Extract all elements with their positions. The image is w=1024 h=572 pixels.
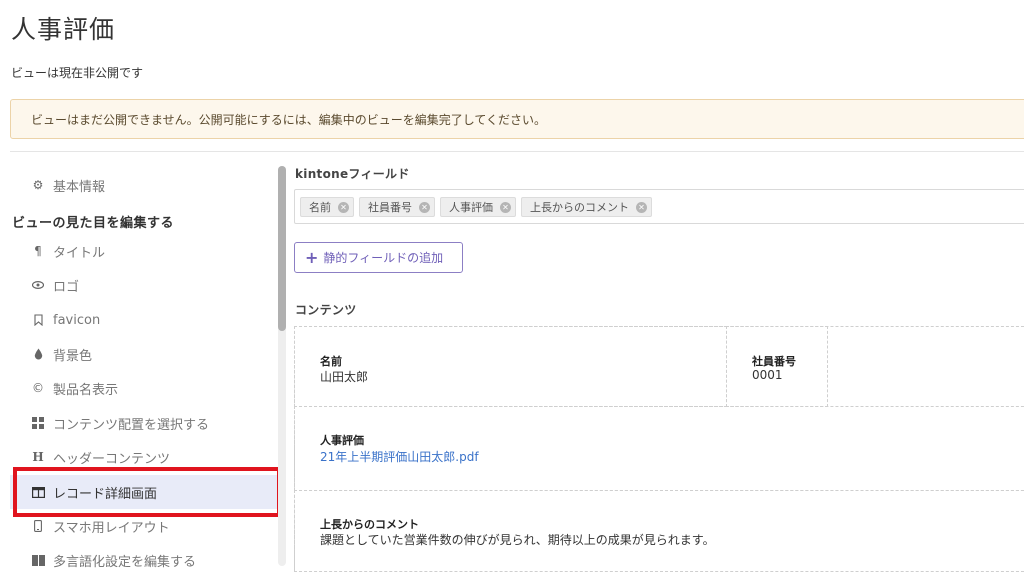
sidebar-item-logo[interactable]: ロゴ xyxy=(10,268,280,302)
view-status-text: ビューは現在非公開です xyxy=(11,66,144,80)
sidebar-item-content-layout[interactable]: コンテンツ配置を選択する xyxy=(10,406,280,440)
chip-label: 社員番号 xyxy=(368,201,412,214)
remove-chip-icon[interactable]: ✕ xyxy=(338,201,349,213)
kintone-field-selector[interactable]: 名前 ✕ 社員番号 ✕ 人事評価 ✕ 上長からのコメント ✕ xyxy=(294,189,1024,224)
sidebar-item-label: 製品名表示 xyxy=(53,382,119,398)
eye-icon xyxy=(30,281,46,289)
add-static-field-button[interactable]: + 静的フィールドの追加 xyxy=(294,242,463,273)
sidebar-scrollbar[interactable] xyxy=(278,166,286,566)
sidebar-item-label: タイトル xyxy=(53,245,106,261)
sidebar-item-basic-info[interactable]: ⚙ 基本情報 xyxy=(10,168,280,202)
plus-icon: + xyxy=(305,248,319,267)
remove-chip-icon[interactable]: ✕ xyxy=(500,201,511,213)
cell-value: 山田太郎 xyxy=(320,370,369,384)
cell-value: 課題としていた営業件数の伸びが見られ、期待以上の成果が見られます。 xyxy=(320,533,715,547)
sidebar-heading: ビューの見た目を編集する xyxy=(12,216,175,231)
sidebar-item-label: レコード詳細画面 xyxy=(53,486,158,502)
settings-sidebar: ⚙ 基本情報 ビューの見た目を編集する ¶ タイトル ロゴ favicon 背景… xyxy=(10,160,280,572)
divider xyxy=(10,151,1024,152)
content-cell-name[interactable]: 名前 山田太郎 xyxy=(294,326,727,407)
language-icon xyxy=(30,554,46,566)
field-chip[interactable]: 上長からのコメント ✕ xyxy=(521,197,652,217)
remove-chip-icon[interactable]: ✕ xyxy=(636,201,647,213)
gear-icon: ⚙ xyxy=(32,178,44,192)
sidebar-item-product-name[interactable]: © 製品名表示 xyxy=(10,371,280,405)
chip-label: 名前 xyxy=(309,201,331,214)
grid-icon xyxy=(30,417,46,429)
publish-warning-notice: ビューはまだ公開できません。公開可能にするには、編集中のビューを編集完了してくだ… xyxy=(10,99,1024,139)
sidebar-item-multilanguage[interactable]: 多言語化設定を編集する xyxy=(10,543,280,572)
sidebar-item-label: ヘッダーコンテンツ xyxy=(53,451,171,467)
contents-label: コンテンツ xyxy=(295,303,357,317)
sidebar-item-label: 多言語化設定を編集する xyxy=(53,554,197,570)
sidebar-item-mobile-layout[interactable]: スマホ用レイアウト xyxy=(10,509,280,543)
cell-label: 名前 xyxy=(320,355,342,368)
content-cell-employee-no[interactable]: 社員番号 0001 xyxy=(726,326,828,407)
field-chip[interactable]: 人事評価 ✕ xyxy=(440,197,516,217)
heading-icon: H xyxy=(32,450,44,464)
remove-chip-icon[interactable]: ✕ xyxy=(419,201,430,213)
field-chip[interactable]: 社員番号 ✕ xyxy=(359,197,435,217)
cell-label: 人事評価 xyxy=(320,434,364,447)
content-cell-evaluation[interactable]: 人事評価 21年上半期評価山田太郎.pdf xyxy=(294,406,1024,491)
scrollbar-thumb[interactable] xyxy=(278,166,286,331)
sidebar-item-label: favicon xyxy=(53,312,101,328)
sidebar-item-title[interactable]: ¶ タイトル xyxy=(10,234,280,268)
sidebar-item-background-color[interactable]: 背景色 xyxy=(10,337,280,371)
attachment-link[interactable]: 21年上半期評価山田太郎.pdf xyxy=(320,448,479,465)
content-cell-comment[interactable]: 上長からのコメント 課題としていた営業件数の伸びが見られ、期待以上の成果が見られ… xyxy=(294,490,1024,572)
add-static-field-label: 静的フィールドの追加 xyxy=(323,251,444,265)
chip-label: 上長からのコメント xyxy=(530,201,629,214)
chip-label: 人事評価 xyxy=(449,201,493,214)
mobile-icon xyxy=(30,520,46,532)
kintone-fields-label: kintoneフィールド xyxy=(295,167,410,181)
columns-icon xyxy=(30,486,46,498)
page-title: 人事評価 xyxy=(11,15,116,44)
cell-value: 0001 xyxy=(752,368,783,382)
pilcrow-icon: ¶ xyxy=(34,244,42,258)
sidebar-item-label: ロゴ xyxy=(53,279,80,295)
cell-label: 上長からのコメント xyxy=(320,518,419,531)
sidebar-item-label: コンテンツ配置を選択する xyxy=(53,417,210,433)
bookmark-icon xyxy=(30,314,46,326)
copyright-icon: © xyxy=(32,381,44,395)
cell-label: 社員番号 xyxy=(752,355,796,368)
sidebar-item-favicon[interactable]: favicon xyxy=(10,303,280,337)
sidebar-item-label: 背景色 xyxy=(53,348,93,364)
sidebar-item-label: 基本情報 xyxy=(53,179,106,195)
sidebar-item-record-detail[interactable]: レコード詳細画面 xyxy=(10,475,280,509)
sidebar-item-header-content[interactable]: H ヘッダーコンテンツ xyxy=(10,440,280,474)
droplet-icon xyxy=(30,348,46,360)
sidebar-item-label: スマホ用レイアウト xyxy=(53,520,170,536)
content-layout-grid: 名前 山田太郎 社員番号 0001 人事評価 21年上半期評価山田太郎.pdf … xyxy=(294,326,1024,572)
field-chip[interactable]: 名前 ✕ xyxy=(300,197,354,217)
